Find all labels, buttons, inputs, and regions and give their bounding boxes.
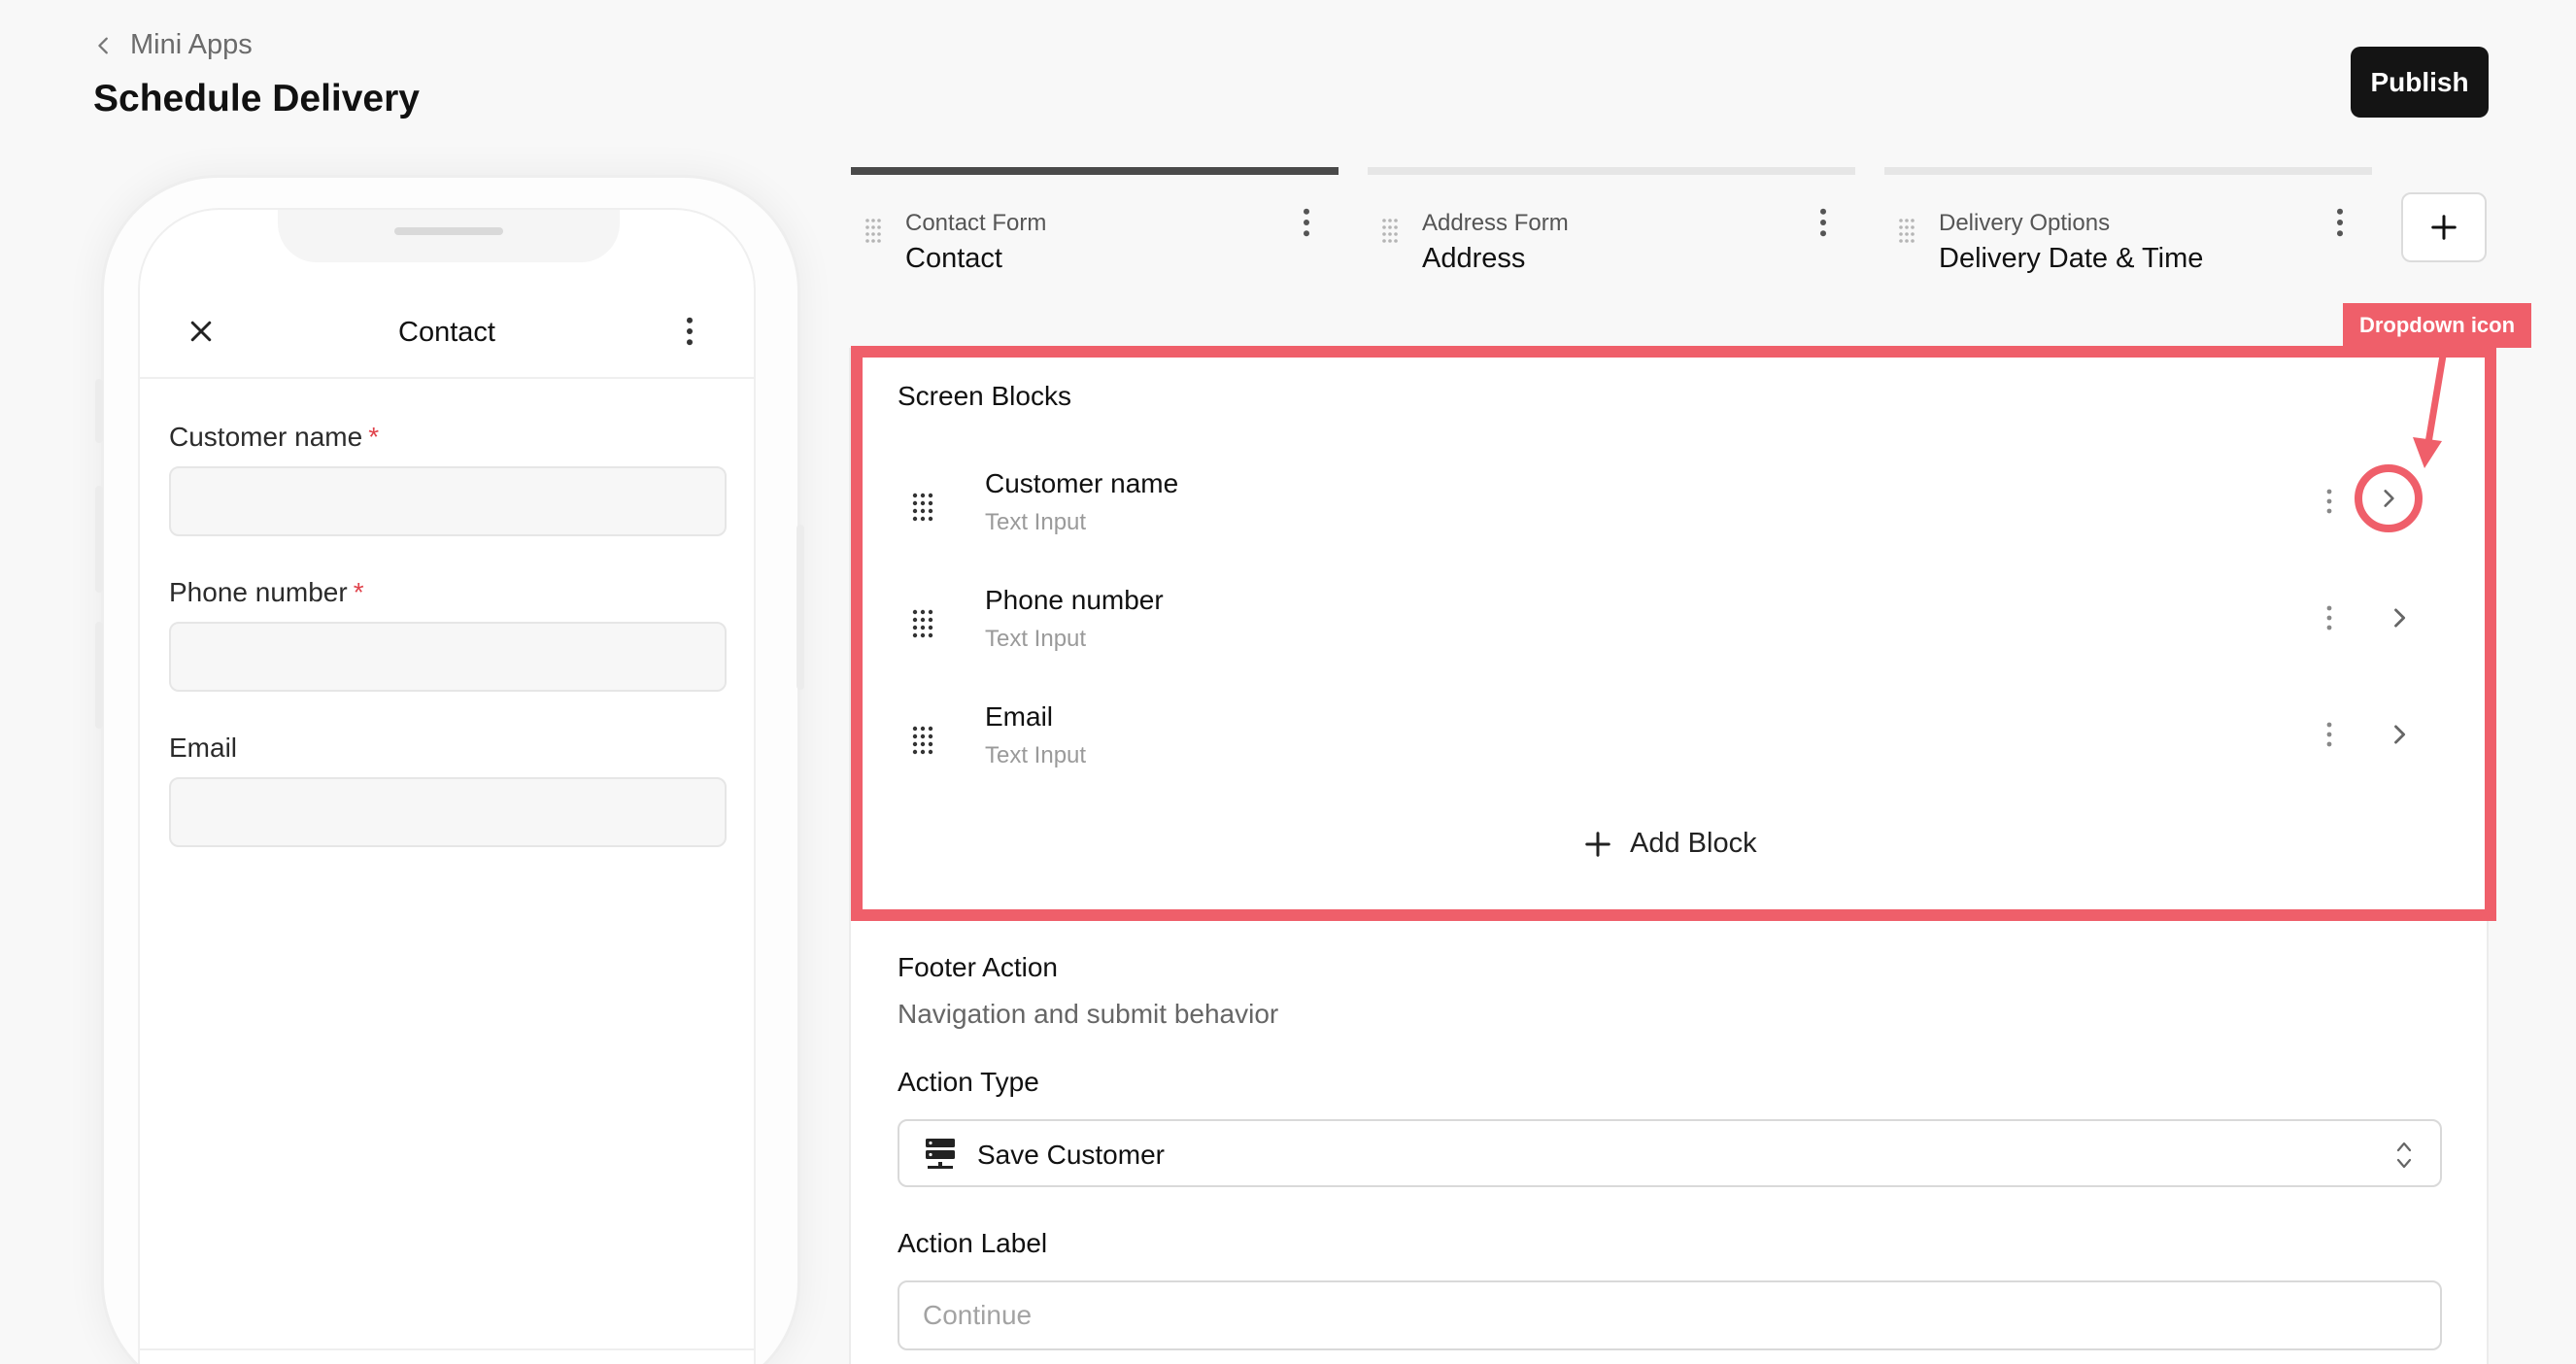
phone-field-label: Customer name * — [169, 422, 379, 453]
phone-speaker — [394, 227, 503, 235]
tab-subtitle: Delivery Options — [1939, 210, 2111, 236]
more-vertical-icon[interactable] — [684, 317, 695, 346]
phone-screen-title: Contact — [398, 317, 495, 348]
phone-phone-number-input[interactable] — [169, 622, 727, 692]
dropdown-chevron-highlighted[interactable] — [2355, 464, 2423, 532]
phone-email-input[interactable] — [169, 777, 727, 847]
drag-handle-icon[interactable] — [1381, 218, 1399, 243]
tab-delivery-options[interactable]: Delivery Options Delivery Date & Time — [1884, 167, 2372, 284]
phone-field-label: Email — [169, 733, 237, 764]
chevron-right-icon — [2384, 490, 2394, 507]
drag-handle-icon[interactable] — [1898, 218, 1915, 243]
phone-side-button — [95, 622, 103, 729]
phone-field-label-text: Phone number — [169, 577, 348, 607]
phone-side-button — [95, 379, 103, 443]
phone-customer-name-input[interactable] — [169, 466, 727, 536]
action-label-input[interactable] — [898, 1280, 2442, 1350]
more-vertical-icon[interactable] — [1818, 208, 1828, 237]
tab-indicator — [851, 167, 1339, 175]
tab-subtitle: Contact Form — [905, 210, 1047, 236]
server-icon — [926, 1139, 955, 1169]
annotation-label: Dropdown icon — [2343, 303, 2531, 348]
more-vertical-icon[interactable] — [1302, 208, 1311, 237]
phone-header-divider — [140, 377, 754, 379]
drag-handle-icon[interactable] — [864, 218, 882, 243]
tab-title: Contact — [905, 243, 1002, 274]
chevron-up-down-icon — [2396, 1142, 2412, 1169]
tab-indicator — [1368, 167, 1855, 175]
chevron-left-icon — [98, 37, 108, 53]
action-type-value: Save Customer — [977, 1140, 1165, 1170]
phone-notch — [278, 210, 620, 262]
phone-bottom-divider — [140, 1348, 754, 1350]
phone-side-button — [95, 486, 103, 593]
action-type-select[interactable]: Save Customer — [898, 1119, 2442, 1187]
action-label-label: Action Label — [898, 1228, 1048, 1258]
tab-title: Delivery Date & Time — [1939, 243, 2204, 274]
phone-screen: Contact Customer name * Phone number * Ema… — [138, 208, 756, 1364]
footer-action-subtitle: Navigation and submit behavior — [898, 999, 1279, 1029]
required-mark: * — [368, 422, 380, 452]
phone-side-button — [797, 525, 804, 690]
tab-subtitle: Address Form — [1422, 210, 1569, 236]
phone-field-label-text: Email — [169, 733, 238, 763]
phone-field-label: Phone number * — [169, 577, 364, 608]
highlight-box — [851, 346, 2496, 921]
plus-icon — [2431, 215, 2457, 240]
page-title: Schedule Delivery — [93, 78, 420, 119]
tab-contact[interactable]: Contact Form Contact — [851, 167, 1339, 284]
publish-button[interactable]: Publish — [2351, 47, 2489, 118]
breadcrumb[interactable]: Mini Apps — [93, 29, 253, 61]
tab-indicator — [1884, 167, 2372, 175]
footer-action-title: Footer Action — [898, 952, 1058, 982]
action-type-label: Action Type — [898, 1067, 1039, 1097]
tab-title: Address — [1422, 243, 1526, 274]
annotation-arrow — [2413, 348, 2448, 468]
breadcrumb-label: Mini Apps — [130, 29, 253, 60]
required-mark: * — [353, 577, 364, 607]
phone-field-label-text: Customer name — [169, 422, 363, 452]
more-vertical-icon[interactable] — [2335, 208, 2345, 237]
add-tab-button[interactable] — [2401, 192, 2487, 262]
tab-address[interactable]: Address Form Address — [1368, 167, 1855, 284]
